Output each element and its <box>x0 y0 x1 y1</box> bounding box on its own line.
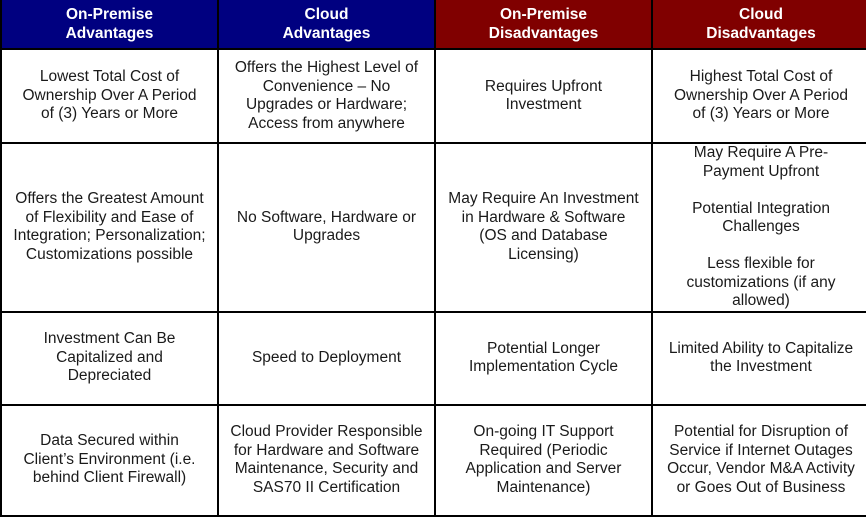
cell-line: Potential Longer <box>487 339 600 357</box>
cell-line: Challenges <box>722 218 800 235</box>
cell-line: Occur, Vendor M&A Activity <box>667 460 855 477</box>
table-cell: Data Secured within Client’s Environment … <box>0 403 219 517</box>
cell-line: Access from anywhere <box>248 114 405 132</box>
header-line: Cloud <box>739 6 783 23</box>
cell-line: Required (Periodic <box>479 441 608 459</box>
cell-line: Limited Ability to Capitalize <box>668 339 854 357</box>
cell-line: May Require A Pre- <box>693 144 829 161</box>
table-cell: Investment Can Be Capitalized and Deprecia… <box>0 310 219 406</box>
header-line: Disadvantages <box>706 25 816 42</box>
table-cell: Requires Upfront Investment <box>434 48 653 144</box>
header-cloud-advantages: Cloud Advantages <box>217 0 436 50</box>
cell-line: Offers the Greatest Amount <box>15 190 204 208</box>
cell-line: Service if Internet Outages <box>669 441 853 459</box>
cell-line: behind Client Firewall) <box>32 469 187 487</box>
cell-line: Maintenance) <box>496 478 591 496</box>
table-cell: May Require An Investment in Hardware & S… <box>434 142 653 313</box>
table-cell: Lowest Total Cost of Ownership Over A Per… <box>0 48 219 144</box>
cell-line: SAS70 II Certification <box>252 478 401 496</box>
cell-line: of (3) Years or More <box>41 105 178 123</box>
cell-line: May Require An Investment <box>448 190 639 208</box>
cell-line: for Hardware and Software <box>233 441 420 459</box>
header-row: On-Premise Advantages Cloud Advantages O… <box>0 0 866 50</box>
cell-line: Implementation Cycle <box>468 358 619 375</box>
cell-line: Cloud Provider Responsible <box>230 423 423 440</box>
table-cell: Offers the Highest Level of Convenience –… <box>217 48 436 144</box>
cell-line: Application and Server <box>465 460 622 477</box>
header-cloud-disadvantages: Cloud Disadvantages <box>651 0 866 50</box>
comparison-table: On-Premise Advantages Cloud Advantages O… <box>0 0 866 517</box>
cell-line: Client’s Environment (i.e. <box>23 450 196 468</box>
header-on-premise-disadvantages: On-Premise Disadvantages <box>434 0 653 50</box>
cell-line: Requires Upfront <box>484 77 603 95</box>
table-row: Lowest Total Cost of Ownership Over A Per… <box>0 48 866 144</box>
table-cell: Cloud Provider Responsible for Hardware a… <box>217 403 436 517</box>
table-cell: Offers the Greatest Amount of Flexibility… <box>0 142 219 313</box>
table-row: Data Secured within Client’s Environment … <box>0 403 866 517</box>
cell-line: Ownership Over A Period <box>673 86 849 104</box>
table-cell: Potential for Disruption of Service if In… <box>651 403 866 517</box>
cell-line: or Goes Out of Business <box>676 478 846 496</box>
cell-line: Licensing) <box>508 245 579 263</box>
table-cell: Speed to Deployment <box>217 310 436 406</box>
cell-line: Capitalized and <box>56 348 163 366</box>
table-cell: Limited Ability to Capitalize the Investm… <box>651 310 866 406</box>
header-line: Disadvantages <box>488 25 599 42</box>
cell-line: Investment <box>505 96 582 113</box>
cell-line: Customizations possible <box>25 245 194 263</box>
table-row: Investment Can Be Capitalized and Deprecia… <box>0 310 866 406</box>
cell-line: Payment Upfront <box>702 162 820 180</box>
table-cell: Potential Longer Implementation Cycle <box>434 310 653 406</box>
cell-line: Speed to Deployment <box>251 348 402 366</box>
cell-line: Offers the Highest Level of <box>234 59 419 76</box>
cell-line: Integration; Personalization; <box>13 227 206 245</box>
header-line: Cloud <box>304 6 349 23</box>
cell-line: Ownership Over A Period <box>22 86 197 104</box>
cell-line: Highest Total Cost of <box>689 68 833 86</box>
cell-line: the Investment <box>710 358 812 375</box>
table-cell: On-going IT Support Required (Periodic App… <box>434 403 653 517</box>
cell-line: Upgrades <box>292 227 361 245</box>
cell-line: Maintenance, Security and <box>234 460 419 477</box>
header-on-premise-advantages: On-Premise Advantages <box>0 0 219 50</box>
cell-line: allowed) <box>732 292 790 309</box>
cell-line: of (3) Years or More <box>692 105 830 123</box>
cell-line: No Software, Hardware or <box>236 208 417 226</box>
cell-line: Data Secured within <box>40 432 179 450</box>
cell-line: Potential Integration <box>692 199 830 217</box>
header-line: On-Premise <box>499 6 587 23</box>
cell-line: Depreciated <box>67 367 152 385</box>
cell-line: Potential for Disruption of <box>673 423 849 440</box>
table-row: Offers the Greatest Amount of Flexibility… <box>0 142 866 313</box>
header-line: Advantages <box>65 25 154 42</box>
cell-line: Upgrades or Hardware; <box>245 96 408 113</box>
table-cell: No Software, Hardware or Upgrades <box>217 142 436 313</box>
cell-line: of Flexibility and Ease of <box>25 208 194 226</box>
cell-line: Lowest Total Cost of <box>39 68 180 86</box>
cell-line: (OS and Database <box>479 227 608 245</box>
cell-line: Less flexible for <box>707 255 815 272</box>
cell-line: Investment Can Be <box>43 330 176 348</box>
cell-line: Convenience – No <box>262 77 391 95</box>
table-cell: May Require A Pre- Payment Upfront Potenti… <box>651 142 866 313</box>
header-line: Advantages <box>282 25 371 42</box>
cell-line: customizations (if any <box>686 273 836 291</box>
table-cell: Highest Total Cost of Ownership Over A Pe… <box>651 48 866 144</box>
header-line: On-Premise <box>65 6 153 23</box>
cell-line: On-going IT Support <box>473 423 614 440</box>
cell-line: in Hardware & Software <box>461 208 626 226</box>
